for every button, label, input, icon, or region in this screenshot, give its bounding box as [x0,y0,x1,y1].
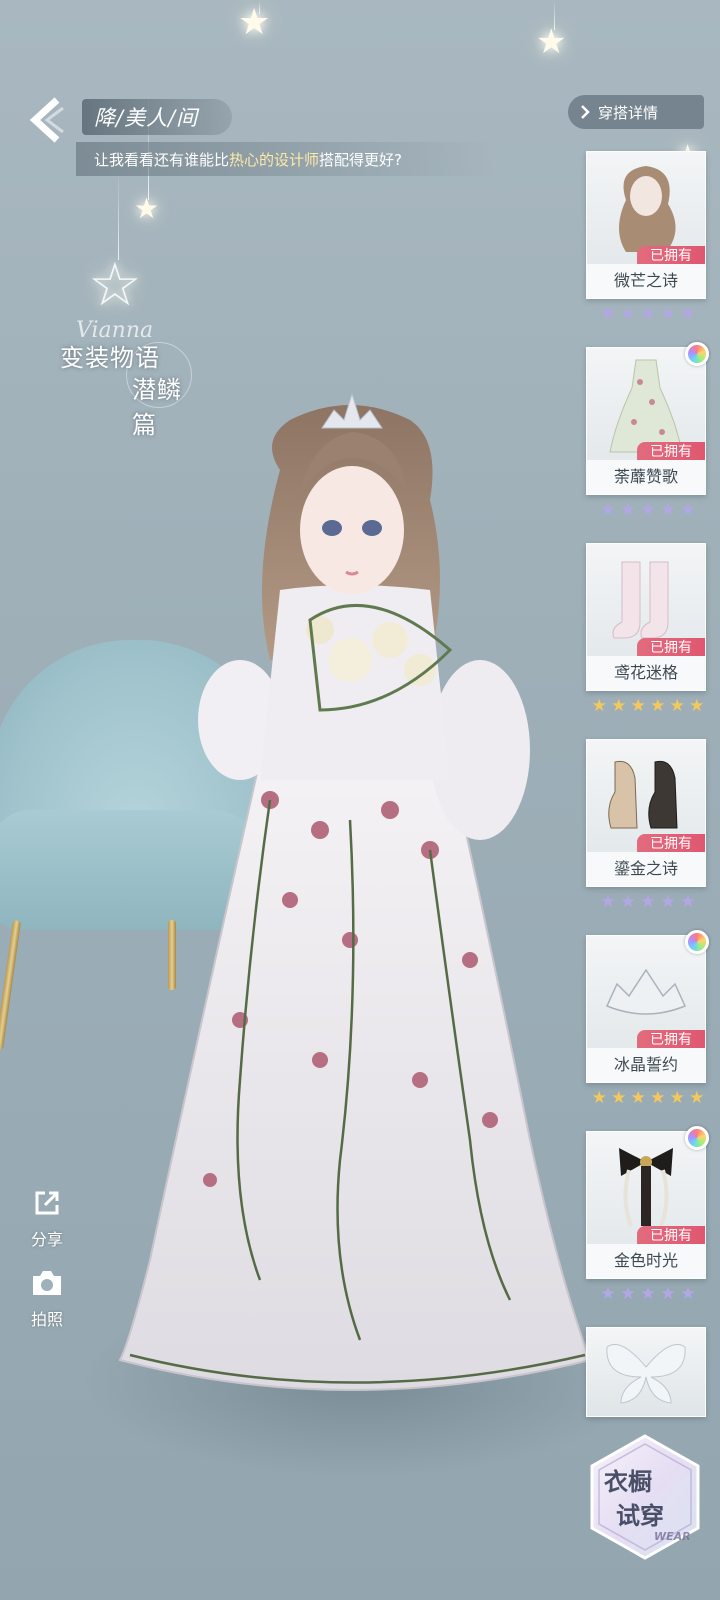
rarity-stars: ★ ★ ★ ★ ★ [600,304,696,324]
owned-badge: 已拥有 [637,834,705,854]
rarity-stars: ★ ★ ★ ★ ★ ★ [591,696,705,716]
dialogue-highlight: 热心的设计师 [229,150,320,169]
item-card-shoes[interactable]: 已拥有 鎏金之诗 [586,739,706,887]
photo-label: 拍照 [30,1310,63,1329]
hanging-line [118,170,119,260]
chair-leg [0,920,22,1050]
owned-badge: 已拥有 [637,246,705,266]
rarity-stars: ★ ★ ★ ★ ★ [600,500,696,520]
item-card-socks[interactable]: 已拥有 鸢花迷格 [586,543,706,691]
item-card-wings[interactable] [586,1327,706,1417]
owned-badge: 已拥有 [637,1226,705,1246]
chevron-right-icon [581,105,590,119]
photo-button[interactable]: 拍照 [22,1266,72,1330]
item-name: 金色时光 [587,1244,705,1278]
logo-line1: 变装物语 [60,344,160,372]
back-arrow-icon [29,97,64,143]
item-card-tiara[interactable]: 已拥有 冰晶誓约 [586,930,709,1083]
rainbow-badge [685,342,709,366]
share-button[interactable]: 分享 [22,1186,72,1250]
item-name: 鸢花迷格 [587,656,705,690]
wardrobe-tryon-button[interactable]: 衣橱 试穿 WEAR [586,1432,704,1562]
item-card-hair[interactable]: 已拥有 微芒之诗 [586,151,706,299]
rarity-stars: ★ ★ ★ ★ ★ [600,892,696,912]
owned-badge: 已拥有 [637,1030,705,1050]
stage-title: 降/美人/间 [94,106,199,130]
rainbow-badge [685,1126,709,1150]
star-decoration: ★ [238,2,271,43]
star-decoration: ★ [536,22,567,62]
tryon-line2: 试穿 [616,1501,664,1530]
rainbow-badge [685,930,709,954]
dialogue-line: 让我看看还有谁能比 热心的设计师 搭配得更好? [76,142,496,176]
item-name: 冰晶誓约 [587,1048,705,1082]
stage-title-box: 降/美人/间 [82,99,232,135]
outfit-details-label: 穿搭详情 [598,103,659,122]
character-model[interactable] [90,380,610,1420]
dialogue-prefix: 让我看看还有谁能比 [94,150,230,169]
star-decoration: ☆ [88,250,142,320]
item-name: 微芒之诗 [587,264,705,298]
back-button[interactable] [24,92,70,148]
owned-badge: 已拥有 [637,638,705,658]
tryon-tag: WEAR [654,1530,691,1543]
item-card-hair-bow[interactable]: 已拥有 金色时光 [586,1126,709,1279]
outfit-details-button[interactable]: 穿搭详情 [568,95,704,129]
butterfly-wings-icon [587,1328,705,1416]
item-card-dress[interactable]: 已拥有 荼蘼赞歌 [586,342,709,495]
share-label: 分享 [30,1230,63,1249]
item-name: 鎏金之诗 [587,852,705,886]
item-name: 荼蘼赞歌 [587,460,705,494]
dialogue-suffix: 搭配得更好? [319,150,402,169]
rarity-stars: ★ ★ ★ ★ ★ [600,1284,696,1304]
share-icon [30,1186,64,1220]
owned-badge: 已拥有 [637,442,705,462]
camera-icon [30,1266,64,1300]
tryon-line1: 衣橱 [604,1467,652,1496]
star-decoration: ★ [134,192,160,225]
rarity-stars: ★ ★ ★ ★ ★ ★ [591,1088,705,1108]
